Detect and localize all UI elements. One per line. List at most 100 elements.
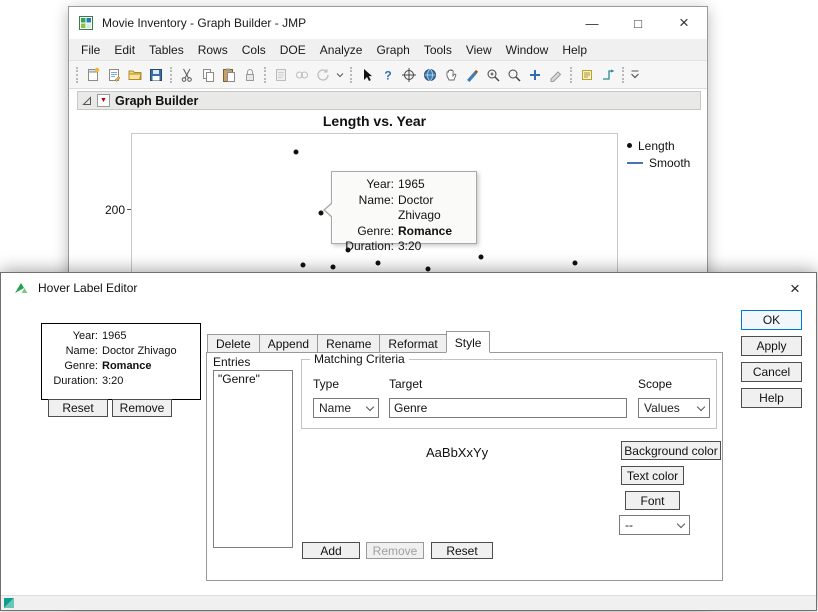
toolbar-overflow-chevron[interactable] — [628, 65, 641, 85]
open-icon[interactable] — [124, 65, 145, 85]
new-journal-icon[interactable] — [103, 65, 124, 85]
copy-icon[interactable] — [197, 65, 218, 85]
maximize-button[interactable]: □ — [615, 7, 661, 39]
close-button[interactable]: × — [661, 7, 707, 39]
target-input[interactable] — [389, 398, 627, 418]
background-color-button[interactable]: Background color — [621, 441, 721, 460]
data-point[interactable] — [573, 261, 578, 266]
tab-rename[interactable]: Rename — [317, 334, 380, 353]
crosshair-icon[interactable] — [398, 65, 419, 85]
tab-append[interactable]: Append — [259, 334, 318, 353]
plus-icon[interactable] — [524, 65, 545, 85]
menu-doe[interactable]: DOE — [273, 41, 313, 59]
eraser-icon[interactable] — [545, 65, 566, 85]
menu-window[interactable]: Window — [499, 41, 556, 59]
ok-button[interactable]: OK — [741, 310, 802, 330]
tab-delete[interactable]: Delete — [207, 334, 260, 353]
menu-graph[interactable]: Graph — [369, 41, 416, 59]
entries-listbox[interactable]: "Genre" — [213, 370, 293, 548]
matching-criteria-group: Matching Criteria Type Name Target Scope… — [301, 359, 717, 429]
tooltip-row: Year: 1965 — [340, 177, 468, 193]
data-point[interactable] — [294, 149, 299, 154]
dialog-status-bar — [1, 595, 816, 610]
tooltip-row: Genre: Romance — [340, 224, 468, 240]
dialog-title: Hover Label Editor — [38, 281, 137, 295]
globe-icon[interactable] — [419, 65, 440, 85]
legend-item-length[interactable]: Length — [627, 137, 690, 154]
help-button[interactable]: Help — [741, 388, 802, 408]
legend-item-smooth[interactable]: Smooth — [627, 154, 690, 171]
hover-label-editor-dialog: Hover Label Editor × Year: 1965 Name: Do… — [0, 272, 817, 611]
cancel-button[interactable]: Cancel — [741, 362, 802, 382]
menu-file[interactable]: File — [74, 41, 107, 59]
magnifier-icon[interactable] — [503, 65, 524, 85]
grabber-hand-icon[interactable] — [440, 65, 461, 85]
tooltip-label: Genre: — [340, 224, 394, 240]
status-jmp-icon — [3, 597, 15, 609]
paste-icon[interactable] — [218, 65, 239, 85]
toolbar-options-chevron[interactable] — [333, 65, 346, 85]
paste-special-icon — [270, 65, 291, 85]
new-data-table-icon[interactable] — [82, 65, 103, 85]
menu-cols[interactable]: Cols — [235, 41, 273, 59]
data-point[interactable] — [301, 263, 306, 268]
menu-analyze[interactable]: Analyze — [313, 41, 370, 59]
data-point[interactable] — [331, 265, 336, 270]
preview-label: Year: — [48, 329, 98, 344]
matching-criteria-label: Matching Criteria — [310, 352, 409, 366]
cut-icon[interactable] — [176, 65, 197, 85]
brush-icon[interactable] — [461, 65, 482, 85]
toolbar-separator — [622, 67, 624, 83]
scope-combobox[interactable]: Values — [638, 398, 710, 418]
menu-tools[interactable]: Tools — [417, 41, 459, 59]
minimize-button[interactable]: — — [569, 7, 615, 39]
toolbar-separator — [264, 67, 266, 83]
scope-combobox-value: Values — [644, 401, 680, 415]
font-size-combobox[interactable]: -- — [619, 515, 690, 535]
toolbar-separator — [570, 67, 572, 83]
menu-view[interactable]: View — [459, 41, 499, 59]
menu-rows[interactable]: Rows — [191, 41, 235, 59]
magnifier-zoom-icon[interactable] — [482, 65, 503, 85]
apply-button[interactable]: Apply — [741, 336, 802, 356]
lock-icon[interactable] — [239, 65, 260, 85]
help-icon[interactable]: ? — [377, 65, 398, 85]
preview-reset-button[interactable]: Reset — [48, 399, 108, 417]
font-button[interactable]: Font — [625, 491, 680, 510]
toolbar-separator — [76, 67, 78, 83]
disclosure-triangle-icon[interactable] — [82, 96, 92, 106]
data-point[interactable] — [478, 255, 483, 260]
data-point[interactable] — [425, 267, 430, 272]
line-marker-icon — [627, 162, 643, 164]
entries-list-item[interactable]: "Genre" — [214, 371, 292, 387]
font-size-combobox-value: -- — [625, 518, 633, 532]
chevron-down-icon — [677, 519, 685, 527]
graph-builder-panel-header[interactable]: ▼ Graph Builder — [77, 91, 701, 110]
target-label: Target — [389, 377, 422, 391]
red-triangle-menu-icon[interactable]: ▼ — [97, 94, 110, 107]
tab-style[interactable]: Style — [446, 331, 491, 353]
hover-label-tooltip: Year: 1965 Name: Doctor Zhivago Genre: R… — [331, 171, 477, 244]
scope-label: Scope — [638, 377, 672, 391]
dialog-close-icon[interactable]: × — [780, 276, 810, 301]
add-button[interactable]: Add — [302, 542, 360, 559]
menu-tables[interactable]: Tables — [142, 41, 191, 59]
menu-help[interactable]: Help — [555, 41, 594, 59]
tooltip-row: Duration: 3:20 — [340, 239, 468, 255]
type-combobox[interactable]: Name — [313, 398, 379, 418]
remove-button[interactable]: Remove — [366, 542, 424, 559]
dot-marker-icon — [627, 143, 632, 148]
reset-button[interactable]: Reset — [431, 542, 493, 559]
arrow-cursor-icon[interactable] — [356, 65, 377, 85]
tab-reformat[interactable]: Reformat — [379, 334, 446, 353]
save-icon[interactable] — [145, 65, 166, 85]
annotate-icon[interactable] — [576, 65, 597, 85]
preview-remove-button[interactable]: Remove — [112, 399, 172, 417]
data-point[interactable] — [375, 261, 380, 266]
menu-edit[interactable]: Edit — [107, 41, 142, 59]
text-color-button[interactable]: Text color — [621, 466, 684, 485]
chevron-down-icon — [697, 402, 705, 410]
preview-value: 3:20 — [102, 374, 194, 389]
tooltip-value: 3:20 — [398, 239, 468, 255]
connector-icon[interactable] — [597, 65, 618, 85]
